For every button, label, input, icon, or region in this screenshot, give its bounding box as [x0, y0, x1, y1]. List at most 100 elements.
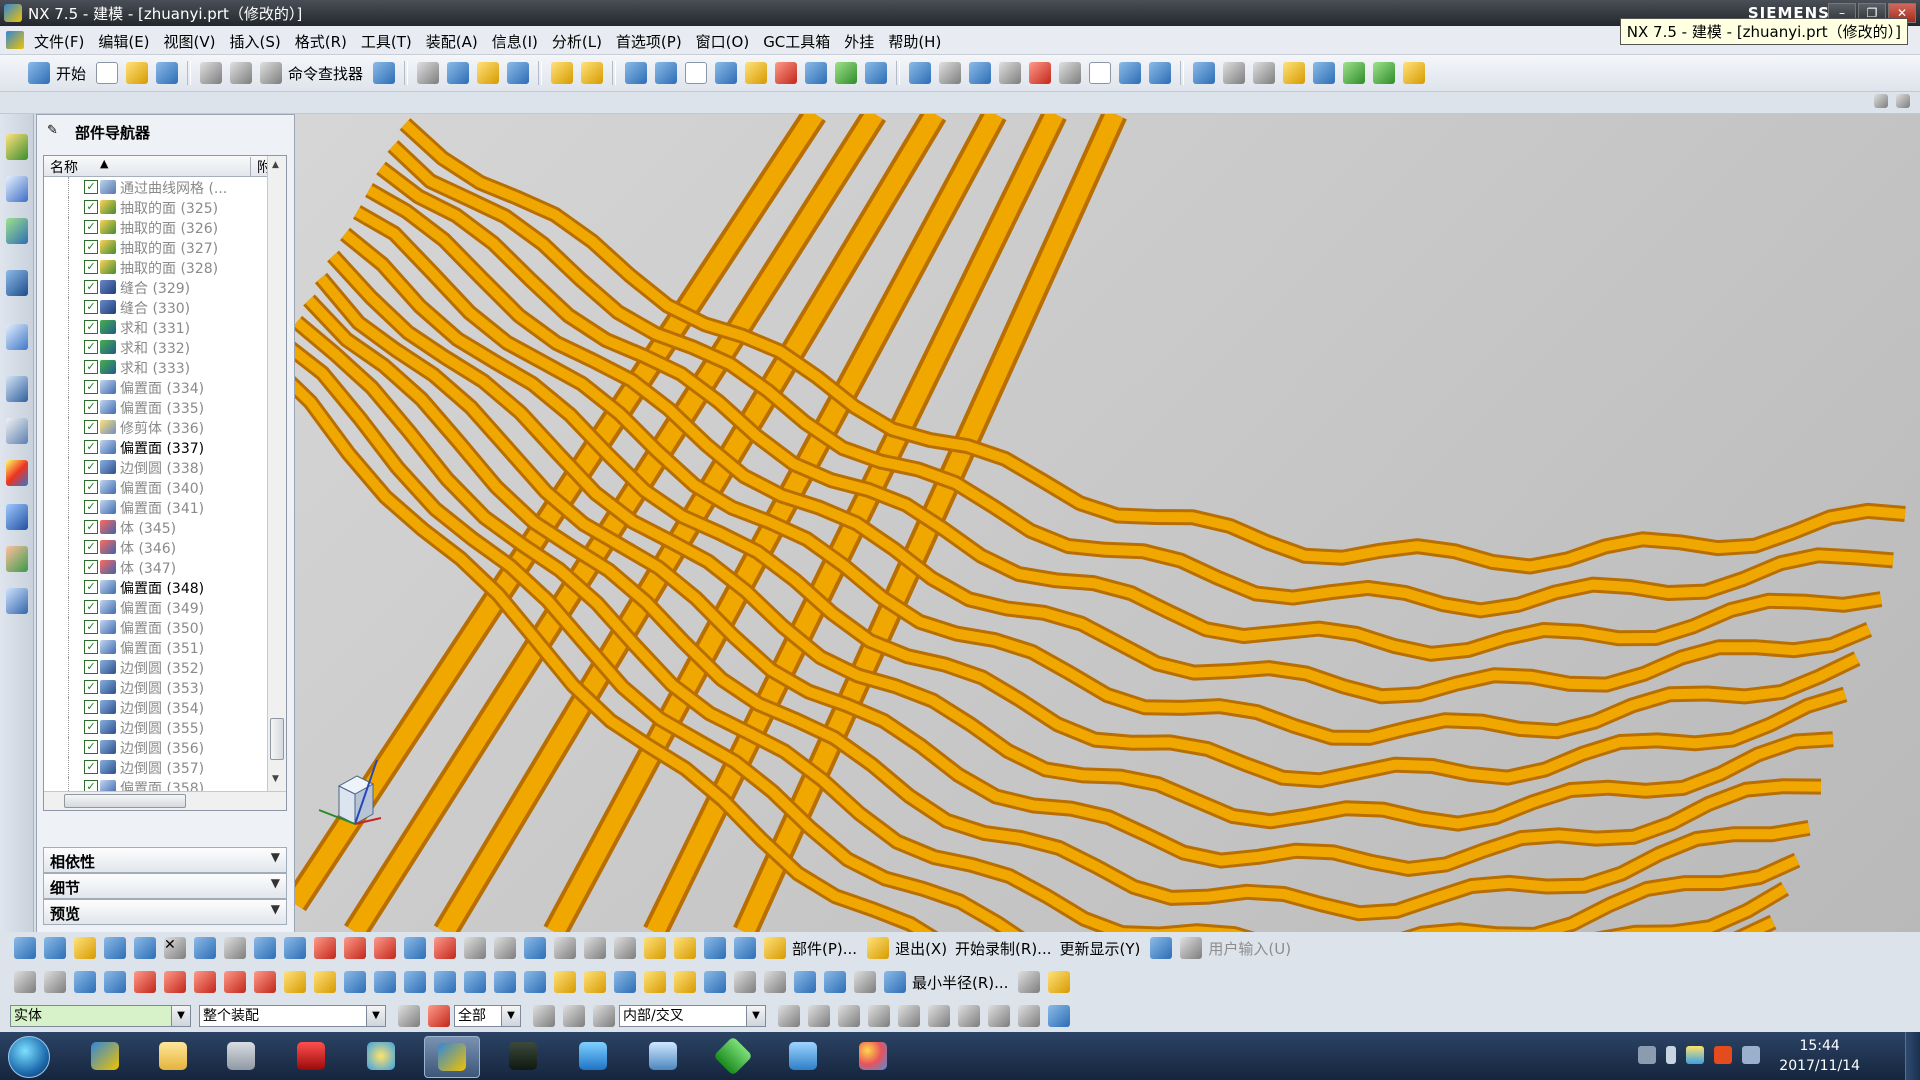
measure-angle-icon[interactable]	[581, 62, 604, 84]
exit-button[interactable]: 退出(X)	[895, 938, 947, 959]
visibility-checkbox[interactable]: ✓	[84, 300, 98, 314]
part-nav-icon[interactable]	[14, 937, 36, 959]
select-icon[interactable]	[398, 1005, 420, 1027]
menu-plugins[interactable]: 外挂	[840, 26, 884, 54]
feature-row[interactable]: ✓ 边倒圆 (357)	[44, 757, 264, 777]
edit-object-icon[interactable]	[224, 937, 246, 959]
column-name[interactable]: 名称	[50, 157, 78, 177]
thicken-icon[interactable]	[464, 971, 486, 993]
delete-icon[interactable]: ✕	[164, 937, 186, 959]
restore-viewport-icon[interactable]	[1874, 94, 1888, 108]
zoom-window-icon[interactable]	[1193, 62, 1216, 84]
offset-face-icon[interactable]	[494, 971, 516, 993]
vertical-scrollbar[interactable]: ▲ ▼	[267, 156, 286, 791]
scroll-thumb[interactable]	[270, 718, 284, 760]
feature-row[interactable]: ✓ 抽取的面 (327)	[44, 237, 264, 257]
wcs-display-icon[interactable]	[434, 937, 456, 959]
feature-row[interactable]: ✓ 体 (346)	[44, 537, 264, 557]
layer-category-icon[interactable]	[614, 937, 636, 959]
info-object-icon[interactable]	[464, 937, 486, 959]
block-icon[interactable]	[655, 62, 678, 84]
section-view-icon[interactable]	[1119, 62, 1142, 84]
open-icon[interactable]	[74, 937, 96, 959]
visibility-checkbox[interactable]: ✓	[84, 700, 98, 714]
menu-information[interactable]: 信息(I)	[488, 26, 548, 54]
visibility-checkbox[interactable]: ✓	[84, 360, 98, 374]
layer-move-icon[interactable]	[554, 937, 576, 959]
vector-constructor-icon[interactable]	[284, 937, 306, 959]
taskbar-calculator[interactable]	[214, 1036, 268, 1076]
wcs-orient-icon[interactable]	[374, 937, 396, 959]
orient-view-icon[interactable]	[969, 62, 992, 84]
web-browser-icon[interactable]	[6, 324, 28, 350]
show-hidden-icon[interactable]	[1666, 1046, 1676, 1064]
grip-icon[interactable]	[764, 937, 786, 959]
type-filter-select[interactable]: 实体 ▼	[10, 1005, 191, 1027]
woven-basket-model[interactable]	[295, 114, 1920, 932]
wcs-origin-icon[interactable]	[314, 937, 336, 959]
menu-tools[interactable]: 工具(T)	[357, 26, 422, 54]
start-record-button[interactable]: 开始录制(R)...	[955, 938, 1051, 959]
datum-axis-icon[interactable]	[745, 62, 768, 84]
redo-icon[interactable]	[230, 62, 253, 84]
feature-row[interactable]: ✓ 体 (345)	[44, 517, 264, 537]
taskbar-paint[interactable]	[846, 1036, 900, 1076]
network-icon[interactable]	[1742, 1046, 1760, 1064]
curve-icon[interactable]	[775, 62, 798, 84]
system-scenes-icon[interactable]	[6, 588, 28, 614]
windows-start-button[interactable]	[8, 1036, 50, 1078]
polygon-icon[interactable]	[134, 971, 156, 993]
point-icon[interactable]	[14, 971, 36, 993]
visibility-checkbox[interactable]: ✓	[84, 500, 98, 514]
chevron-down-icon[interactable]: ▼	[271, 876, 280, 890]
swept-icon[interactable]	[434, 971, 456, 993]
show-desktop-button[interactable]	[1905, 1032, 1920, 1080]
visibility-checkbox[interactable]: ✓	[84, 540, 98, 554]
snap-intersection-icon[interactable]	[868, 1005, 890, 1027]
shell-icon[interactable]	[704, 971, 726, 993]
partial-shade-icon[interactable]	[1059, 62, 1082, 84]
taskbar-autocad[interactable]	[284, 1036, 338, 1076]
background-icon[interactable]	[1089, 62, 1112, 84]
feature-row[interactable]: ✓ 缝合 (329)	[44, 277, 264, 297]
menu-help[interactable]: 帮助(H)	[884, 26, 951, 54]
history-icon[interactable]	[6, 376, 28, 402]
feature-row[interactable]: ✓ 求和 (333)	[44, 357, 264, 377]
display-icon[interactable]	[1150, 937, 1173, 959]
analysis-surface-icon[interactable]	[824, 971, 846, 993]
visibility-checkbox[interactable]: ✓	[84, 740, 98, 754]
feature-row[interactable]: ✓ 抽取的面 (326)	[44, 217, 264, 237]
shaded-icon[interactable]	[999, 62, 1022, 84]
assembly-navigator-icon[interactable]	[6, 134, 28, 160]
mate-component-icon[interactable]	[1373, 62, 1396, 84]
extrude-icon[interactable]	[625, 62, 648, 84]
circle-icon[interactable]	[104, 971, 126, 993]
taskbar-viewer[interactable]	[636, 1036, 690, 1076]
constraint-navigator-icon[interactable]	[6, 176, 28, 202]
line-icon[interactable]	[44, 971, 66, 993]
visibility-checkbox[interactable]: ✓	[84, 400, 98, 414]
bridge-curve-icon[interactable]	[254, 971, 276, 993]
user-input-button[interactable]: 用户输入(U)	[1208, 938, 1291, 959]
horizontal-scrollbar[interactable]	[44, 791, 286, 810]
taskbar-explorer[interactable]	[146, 1036, 200, 1076]
taskbar-window[interactable]	[776, 1036, 830, 1076]
chevron-down-icon[interactable]: ▼	[366, 1006, 385, 1026]
filter-icon[interactable]	[44, 937, 66, 959]
pin-icon[interactable]: ✎	[47, 123, 58, 138]
roles-icon[interactable]	[6, 546, 28, 572]
menu-view[interactable]: 视图(V)	[160, 26, 226, 54]
exit-icon[interactable]	[867, 937, 890, 959]
feature-curve-icon[interactable]	[563, 1005, 585, 1027]
helix-icon[interactable]	[194, 971, 216, 993]
reuse-library-icon[interactable]	[6, 270, 28, 296]
mirror-icon[interactable]	[734, 971, 756, 993]
arc-icon[interactable]	[74, 971, 96, 993]
snap-midpoint-icon[interactable]	[808, 1005, 830, 1027]
info-expression-icon[interactable]	[524, 937, 546, 959]
snap-quadrant-icon[interactable]	[928, 1005, 950, 1027]
menu-gc-toolbox[interactable]: GC工具箱	[759, 26, 840, 54]
taskbar-qq[interactable]	[354, 1036, 408, 1076]
visibility-checkbox[interactable]: ✓	[84, 640, 98, 654]
layer-icon[interactable]	[417, 62, 440, 84]
